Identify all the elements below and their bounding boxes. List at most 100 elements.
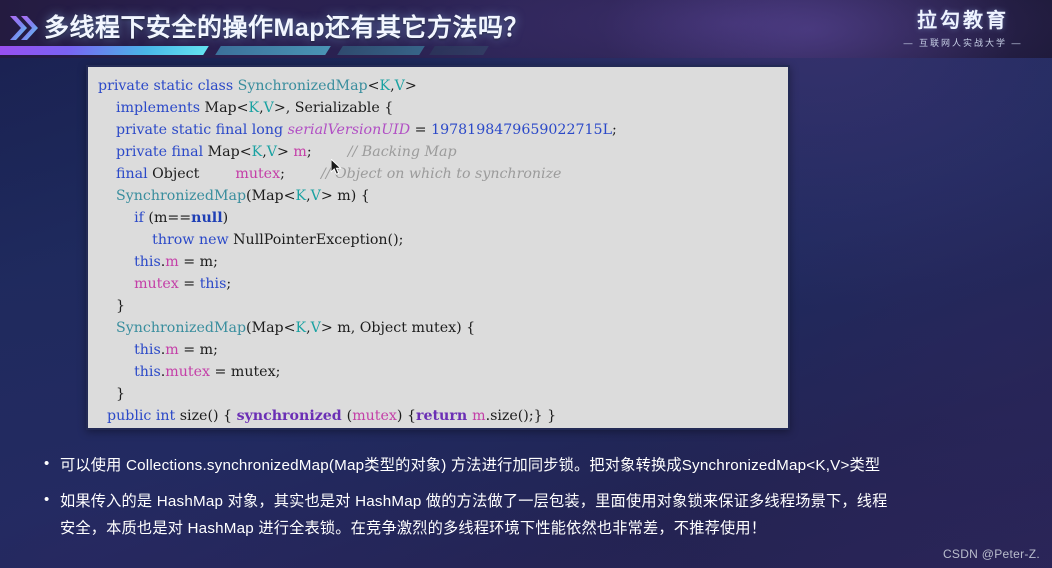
bullet-text: 可以使用 Collections.synchronizedMap(Map类型的对… <box>60 452 880 479</box>
code-token: ; <box>226 276 232 292</box>
code-token: Map <box>207 144 240 160</box>
code-token: mutex <box>165 364 210 380</box>
code-line: SynchronizedMap(Map<K,V> m, Object mutex… <box>98 317 784 339</box>
code-token: mutex <box>352 408 397 424</box>
brand-logo: 拉勾教育 — 互联网人实战大学 — <box>888 10 1038 49</box>
code-line: private final Map<K,V> m; // Backing Map <box>98 141 784 163</box>
code-token: K <box>295 188 307 204</box>
code-token: size() { <box>179 408 237 424</box>
code-line: public int size() { synchronized (mutex)… <box>98 405 784 427</box>
code-token: return <box>415 408 473 424</box>
code-token: < <box>239 144 252 160</box>
bullet-text-line: 可以使用 Collections.synchronizedMap(Map类型的对… <box>60 457 881 474</box>
code-token: < <box>283 320 296 336</box>
code-token: mutex <box>134 276 179 292</box>
code-token: .size();} } <box>485 408 557 424</box>
code-token: private static class <box>98 78 238 94</box>
header-decorative-bar <box>0 46 489 57</box>
page-title: 多线程下安全的操作Map还有其它方法吗？ <box>44 14 530 42</box>
code-token: NullPointerException(); <box>233 232 404 248</box>
brand-logo-tagline: — 互联网人实战大学 — <box>903 38 1023 48</box>
code-token: null <box>191 210 223 226</box>
code-line: } <box>98 383 784 405</box>
code-line: } <box>98 295 784 317</box>
code-token: this <box>199 276 227 292</box>
code-token: synchronized <box>236 408 347 424</box>
code-content: private static class SynchronizedMap<K,V… <box>98 75 784 427</box>
code-line: this.m = m; <box>98 339 784 361</box>
code-token: public int <box>107 408 180 424</box>
list-item: • 如果传入的是 HashMap 对象，其实也是对 HashMap 做的方法做了一… <box>44 488 1044 542</box>
code-token: (m== <box>148 210 192 226</box>
code-token: m <box>472 408 486 424</box>
bullet-marker: • <box>44 455 50 472</box>
code-token: = <box>178 276 200 292</box>
code-token: m <box>165 254 179 270</box>
deco-segment-1 <box>0 46 209 55</box>
code-token: < <box>283 188 296 204</box>
watermark: CSDN @Peter-Z. <box>942 547 1040 561</box>
code-token: // Backing Map <box>347 144 457 160</box>
code-line: if (m==null) <box>98 207 784 229</box>
brand-logo-name: 拉勾教育 <box>917 10 1009 32</box>
code-token: implements <box>116 100 205 116</box>
code-snippet-panel: private static class SynchronizedMap<K,V… <box>86 65 790 430</box>
code-token: m <box>293 144 307 160</box>
code-line: mutex = this; <box>98 273 784 295</box>
code-token: V <box>310 320 321 336</box>
code-token: < <box>367 78 380 94</box>
bullet-text: 如果传入的是 HashMap 对象，其实也是对 HashMap 做的方法做了一层… <box>60 488 888 542</box>
code-line: private static class SynchronizedMap<K,V… <box>98 75 784 97</box>
list-item: • 可以使用 Collections.synchronizedMap(Map类型的… <box>44 452 1044 479</box>
code-token: > <box>276 144 294 160</box>
code-token: // Object on which to synchronize <box>320 166 562 182</box>
deco-segment-2 <box>215 46 331 55</box>
code-token: m <box>165 342 179 358</box>
code-line: SynchronizedMap(Map<K,V> m) { <box>98 185 784 207</box>
code-token: mutex <box>235 166 281 182</box>
code-token: this <box>134 254 161 270</box>
double-chevron-right-icon <box>8 13 42 43</box>
code-token: Object <box>152 166 236 182</box>
code-token: K <box>379 78 391 94</box>
code-line: implements Map<K,V>, Serializable { <box>98 97 784 119</box>
code-token: private final <box>116 144 208 160</box>
code-token: 1978198479659022715L <box>431 122 612 138</box>
code-token: ) <box>222 210 229 226</box>
presentation-slide: 多线程下安全的操作Map还有其它方法吗？ 拉勾教育 — 互联网人实战大学 — p… <box>0 0 1052 568</box>
code-token: = mutex; <box>209 364 281 380</box>
code-token: (Map <box>246 188 284 204</box>
code-token: = m; <box>178 254 218 270</box>
code-token: K <box>248 100 260 116</box>
code-line: throw new NullPointerException(); <box>98 229 784 251</box>
code-token: V <box>266 144 277 160</box>
code-token: SynchronizedMap <box>116 320 247 336</box>
deco-segment-3 <box>337 46 425 55</box>
code-token: K <box>251 144 263 160</box>
code-token: SynchronizedMap <box>237 78 368 94</box>
code-line: final Object mutex; // Object on which t… <box>98 163 784 185</box>
code-token: ) { <box>396 408 416 424</box>
code-token: >, Serializable { <box>273 100 394 116</box>
code-token: this <box>134 342 161 358</box>
bullet-marker: • <box>44 491 50 508</box>
code-token: V <box>310 188 321 204</box>
code-token: V <box>394 78 405 94</box>
deco-segment-4 <box>429 46 489 55</box>
code-token: < <box>236 100 249 116</box>
code-token: > <box>404 78 417 94</box>
code-line: private static final long serialVersionU… <box>98 119 784 141</box>
